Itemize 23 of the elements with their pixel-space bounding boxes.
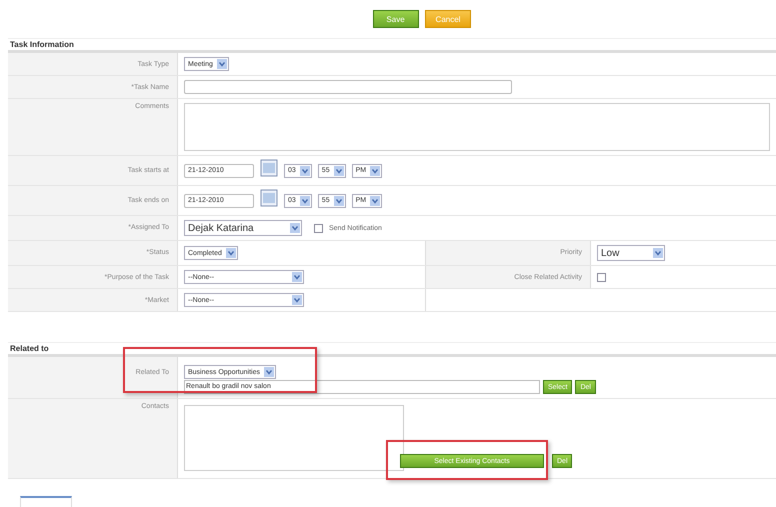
dropdown-caret-icon <box>653 248 663 258</box>
dropdown-caret-icon <box>300 196 310 206</box>
dropdown-caret-icon <box>370 166 380 176</box>
dropdown-caret-icon <box>300 166 310 176</box>
dropdown-caret-icon <box>334 196 344 206</box>
contacts-field[interactable] <box>184 405 404 471</box>
footer-tab[interactable] <box>20 496 72 507</box>
calendar-icon[interactable] <box>260 188 278 206</box>
dropdown-select[interactable]: Low <box>597 245 665 261</box>
dropdown-caret-icon <box>290 223 300 233</box>
dropdown-caret-icon <box>216 59 227 69</box>
dropdown-caret-icon <box>334 166 344 176</box>
dropdown-caret-icon <box>292 295 302 305</box>
close-activity-checkbox[interactable] <box>597 272 606 282</box>
task-name-field[interactable] <box>184 80 512 94</box>
dropdown-caret-icon <box>264 367 274 377</box>
dropdown-caret-icon <box>370 196 380 206</box>
dropdown-caret-icon <box>292 272 302 282</box>
send-notification-checkbox[interactable] <box>314 224 323 232</box>
calendar-icon[interactable] <box>260 158 278 176</box>
dropdown-caret-icon <box>226 248 236 258</box>
comments-field[interactable] <box>184 103 770 151</box>
assignee-select[interactable]: Dejak Katarina <box>184 220 302 236</box>
